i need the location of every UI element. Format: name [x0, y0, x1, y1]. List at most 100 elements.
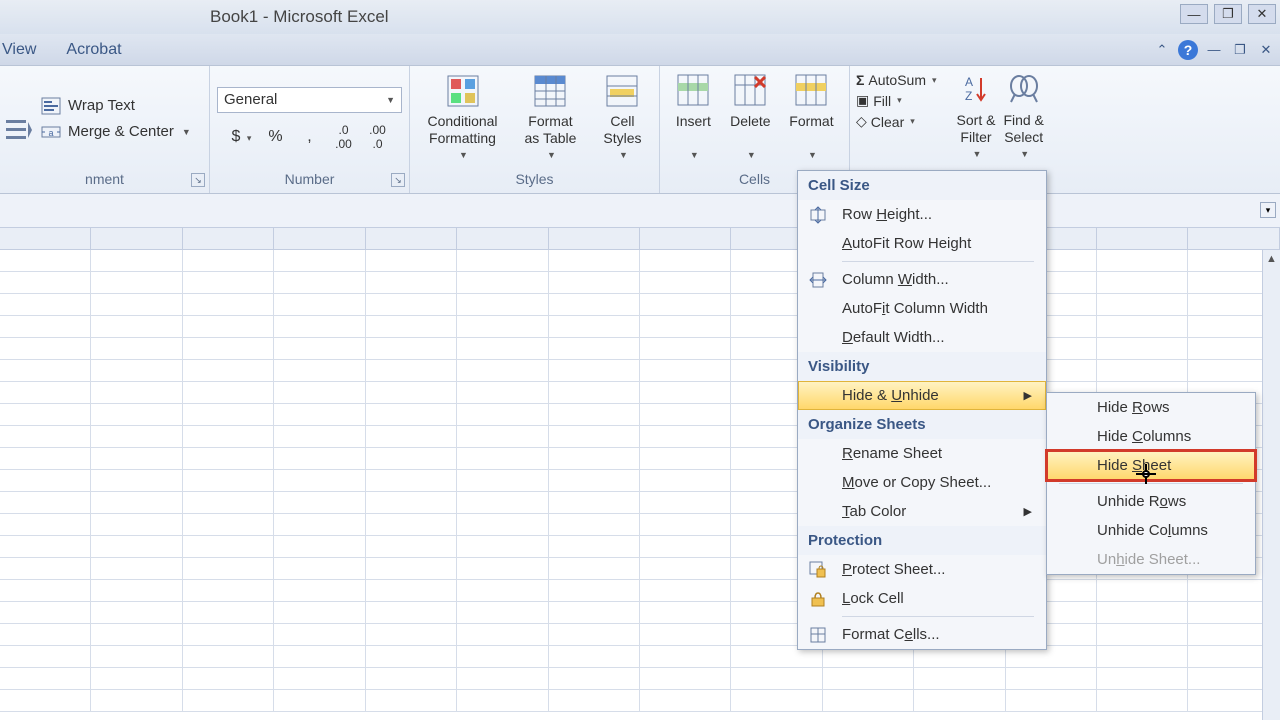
autosum-label: AutoSum — [868, 72, 926, 88]
dropdown-arrow-icon: ▼ — [182, 127, 191, 137]
merge-center-icon: a — [40, 123, 62, 141]
delete-cells-button[interactable]: Delete▼ — [730, 73, 770, 164]
menu-section-organize: Organize Sheets — [798, 410, 1046, 439]
app-title: Book1 - Microsoft Excel — [210, 7, 389, 27]
clear-button[interactable]: ◇ Clear ▾ — [856, 113, 937, 130]
svg-text:A: A — [965, 75, 973, 89]
cell-styles-icon — [604, 73, 640, 109]
conditional-formatting-button[interactable]: Conditional Formatting▼ — [427, 73, 497, 164]
sort-filter-icon: AZ — [958, 72, 994, 108]
window-restore-icon[interactable]: ❐ — [1230, 41, 1250, 59]
menu-autofit-row[interactable]: AutoFit Row Height — [798, 229, 1046, 258]
menu-hide-sheet[interactable]: Hide Sheet — [1047, 451, 1255, 480]
vertical-scrollbar[interactable]: ▲ — [1262, 250, 1280, 720]
column-headers[interactable] — [0, 228, 1280, 250]
fill-button[interactable]: ▣ Fill ▾ — [856, 92, 937, 109]
row-height-icon — [808, 205, 828, 225]
menu-unhide-columns[interactable]: Unhide Columns — [1047, 516, 1255, 545]
window-close-icon[interactable]: ✕ — [1256, 41, 1276, 59]
indent-icon[interactable] — [4, 116, 34, 146]
sigma-icon: Σ — [856, 72, 864, 88]
formula-expand-icon[interactable]: ▾ — [1260, 202, 1276, 218]
window-controls: — ❐ ✕ — [1180, 4, 1276, 24]
menu-section-protection: Protection — [798, 526, 1046, 555]
group-cells-label: Cells — [739, 171, 770, 187]
scroll-up-icon[interactable]: ▲ — [1263, 250, 1280, 268]
delete-cells-label: Delete — [730, 113, 770, 130]
delete-cells-icon — [732, 73, 768, 109]
merge-center-label: Merge & Center — [68, 123, 174, 140]
menu-unhide-sheet[interactable]: Unhide Sheet... — [1047, 545, 1255, 574]
hide-unhide-submenu: Hide Rows Hide Columns Hide Sheet Unhide… — [1046, 392, 1256, 575]
minimize-ribbon-icon[interactable]: ⌃ — [1152, 41, 1172, 59]
ribbon-tabs-row: View Acrobat ⌃ ? — ❐ ✕ — [0, 34, 1280, 66]
insert-cells-label: Insert — [676, 113, 711, 130]
find-select-button[interactable]: Find & Select▼ — [1003, 72, 1043, 163]
format-cells-button[interactable]: Format▼ — [789, 73, 833, 164]
currency-button[interactable]: $ ▾ — [231, 128, 253, 146]
menu-unhide-rows[interactable]: Unhide Rows — [1047, 487, 1255, 516]
close-button[interactable]: ✕ — [1248, 4, 1276, 24]
menu-section-cell-size: Cell Size — [798, 171, 1046, 200]
column-width-icon — [808, 270, 828, 290]
tab-acrobat[interactable]: Acrobat — [66, 41, 121, 59]
fill-icon: ▣ — [856, 92, 869, 109]
restore-button[interactable]: ❐ — [1214, 4, 1242, 24]
sort-filter-button[interactable]: AZ Sort & Filter▼ — [957, 72, 996, 163]
increase-decimal-button[interactable]: .0.00 — [333, 123, 355, 151]
wrap-text-icon — [40, 97, 62, 115]
group-styles: Conditional Formatting▼ Format as Table▼… — [410, 66, 660, 193]
menu-format-cells[interactable]: Format Cells... — [798, 620, 1046, 649]
format-as-table-label: Format as Table — [525, 113, 577, 147]
find-select-icon — [1006, 72, 1042, 108]
group-alignment-label: nment — [85, 171, 124, 187]
insert-cells-icon — [675, 73, 711, 109]
comma-button[interactable]: , — [299, 128, 321, 146]
sort-filter-label: Sort & Filter — [957, 112, 996, 146]
wrap-text-button[interactable]: Wrap Text — [40, 97, 135, 115]
merge-center-button[interactable]: a Merge & Center ▼ — [40, 123, 191, 141]
lock-cell-icon — [808, 589, 828, 609]
autosum-button[interactable]: Σ AutoSum ▾ — [856, 72, 937, 88]
ribbon: Wrap Text a Merge & Center ▼ nment ↘ Gene… — [0, 66, 1280, 194]
tab-view[interactable]: View — [2, 41, 36, 59]
title-bar: Book1 - Microsoft Excel — ❐ ✕ — [0, 0, 1280, 34]
menu-section-visibility: Visibility — [798, 352, 1046, 381]
menu-hide-columns[interactable]: Hide Columns — [1047, 422, 1255, 451]
number-launcher[interactable]: ↘ — [391, 173, 405, 187]
submenu-arrow-icon: ▶ — [1024, 505, 1032, 518]
menu-move-copy-sheet[interactable]: Move or Copy Sheet... — [798, 468, 1046, 497]
percent-button[interactable]: % — [265, 128, 287, 146]
alignment-launcher[interactable]: ↘ — [191, 173, 205, 187]
conditional-formatting-icon — [445, 73, 481, 109]
dropdown-arrow-icon: ▼ — [386, 95, 395, 105]
help-icon[interactable]: ? — [1178, 40, 1198, 60]
number-format-combo[interactable]: General ▼ — [217, 87, 402, 113]
decrease-decimal-button[interactable]: .00.0 — [367, 123, 389, 151]
menu-row-height[interactable]: Row Height... — [798, 200, 1046, 229]
minimize-button[interactable]: — — [1180, 4, 1208, 24]
menu-default-width[interactable]: Default Width... — [798, 323, 1046, 352]
insert-cells-button[interactable]: Insert▼ — [675, 73, 711, 164]
window-minimize-icon[interactable]: — — [1204, 41, 1224, 59]
menu-autofit-column[interactable]: AutoFit Column Width — [798, 294, 1046, 323]
format-as-table-button[interactable]: Format as Table▼ — [525, 73, 577, 164]
menu-column-width[interactable]: Column Width... — [798, 265, 1046, 294]
menu-hide-unhide[interactable]: Hide & Unhide ▶ — [798, 381, 1046, 410]
format-cells-label: Format — [789, 113, 833, 130]
wrap-text-label: Wrap Text — [68, 97, 135, 114]
cell-styles-label: Cell Styles — [603, 113, 641, 147]
svg-text:a: a — [48, 128, 53, 138]
cell-styles-button[interactable]: Cell Styles▼ — [603, 73, 641, 164]
menu-hide-rows[interactable]: Hide Rows — [1047, 393, 1255, 422]
clear-label: Clear — [871, 114, 904, 130]
formula-bar[interactable]: ▾ — [0, 194, 1280, 228]
menu-tab-color[interactable]: Tab Color ▶ — [798, 497, 1046, 526]
menu-protect-sheet[interactable]: Protect Sheet... — [798, 555, 1046, 584]
group-alignment: Wrap Text a Merge & Center ▼ nment ↘ — [0, 66, 210, 193]
format-as-table-icon — [532, 73, 568, 109]
menu-lock-cell[interactable]: Lock Cell — [798, 584, 1046, 613]
group-number: General ▼ $ ▾ % , .0.00 .00.0 Number↘ — [210, 66, 410, 193]
menu-rename-sheet[interactable]: Rename Sheet — [798, 439, 1046, 468]
submenu-arrow-icon: ▶ — [1024, 389, 1032, 402]
